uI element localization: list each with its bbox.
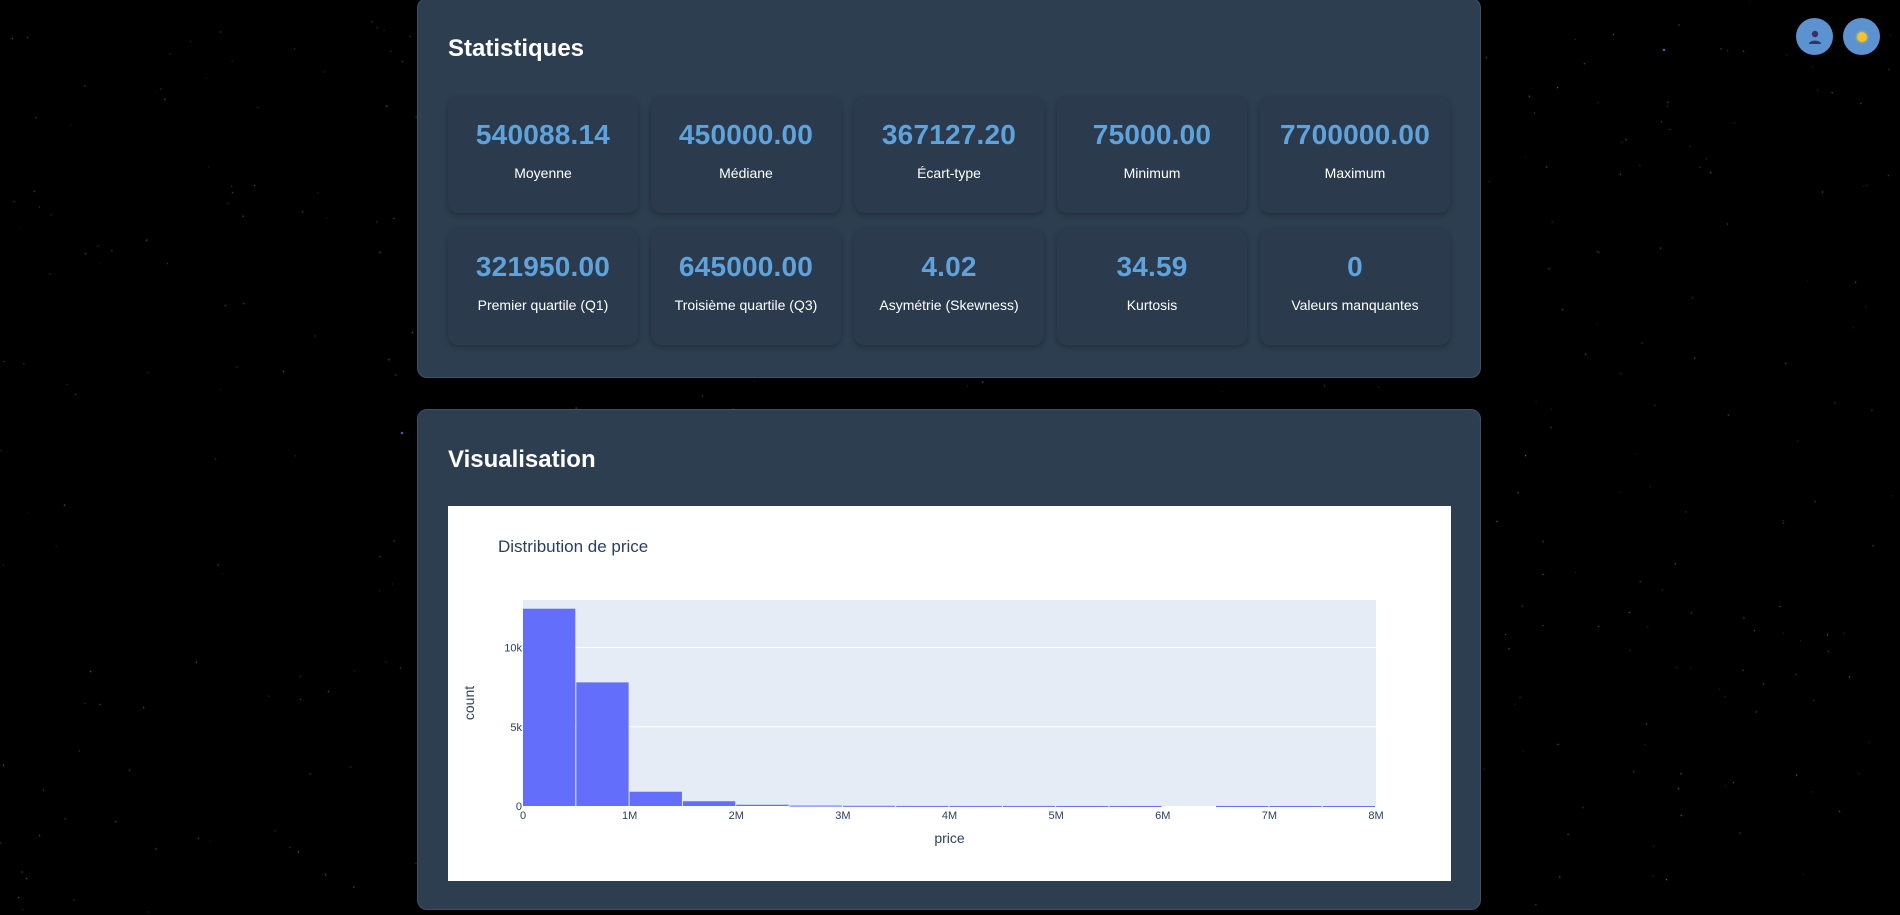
stat-label: Maximum: [1324, 165, 1386, 181]
histogram-bar[interactable]: [523, 608, 576, 806]
x-axis-label: price: [934, 830, 965, 846]
stat-card-max: 7700000.00 Maximum: [1260, 97, 1450, 213]
theme-toggle-button[interactable]: [1843, 18, 1880, 55]
histogram-bar[interactable]: [576, 682, 629, 806]
histogram-bar[interactable]: [789, 805, 842, 807]
histogram-bar[interactable]: [629, 791, 682, 806]
histogram-bar[interactable]: [1002, 805, 1056, 807]
histogram-bar[interactable]: [1109, 805, 1162, 807]
stat-card-skewness: 4.02 Asymétrie (Skewness): [854, 229, 1044, 345]
stat-value: 7700000.00: [1280, 119, 1430, 150]
x-tick-label: 6M: [1155, 810, 1170, 822]
x-tick-label: 1M: [622, 810, 637, 822]
user-icon: [1808, 30, 1821, 44]
stat-label: Troisième quartile (Q3): [674, 297, 818, 313]
x-tick-label: 4M: [942, 810, 957, 822]
stat-card-median: 450000.00 Médiane: [651, 97, 841, 213]
x-axis-ticks: 0 1M 2M 3M 4M 5M 6M 7M 8M: [520, 810, 1384, 822]
plot-area: [523, 600, 1376, 806]
stat-value: 367127.20: [881, 119, 1017, 150]
x-tick-label: 5M: [1048, 810, 1063, 822]
stat-card-mean: 540088.14 Moyenne: [448, 97, 638, 213]
statistics-grid: 540088.14 Moyenne 450000.00 Médiane 3671…: [448, 97, 1451, 345]
histogram-chart[interactable]: Distribution de price 0 1M 2M 3M 4M 5M 6M 7M 8M …: [448, 506, 1451, 881]
stat-label: Minimum: [1123, 165, 1181, 181]
stat-card-missing: 0 Valeurs manquantes: [1260, 229, 1450, 345]
stat-value: 75000.00: [1092, 119, 1212, 150]
x-tick-label: 8M: [1368, 810, 1383, 822]
stat-value: 450000.00: [678, 119, 814, 150]
statistics-panel: Statistiques 540088.14 Moyenne 450000.00…: [417, 0, 1481, 378]
x-tick-label: 3M: [835, 810, 850, 822]
stat-value: 321950.00: [475, 251, 611, 282]
histogram-bar[interactable]: [896, 805, 949, 807]
chart-title: Distribution de price: [498, 537, 648, 556]
x-tick-label: 7M: [1262, 810, 1277, 822]
stat-label: Valeurs manquantes: [1291, 297, 1419, 313]
y-tick-label: 5k: [510, 722, 522, 734]
histogram-bar[interactable]: [1056, 805, 1109, 807]
y-tick-label: 10k: [504, 643, 522, 655]
histogram-bar[interactable]: [736, 804, 789, 806]
histogram-bar[interactable]: [949, 805, 1002, 807]
stat-card-kurtosis: 34.59 Kurtosis: [1057, 229, 1247, 345]
stat-value: 34.59: [1116, 251, 1188, 282]
stat-value: 645000.00: [678, 251, 814, 282]
x-tick-label: 2M: [729, 810, 744, 822]
stat-card-min: 75000.00 Minimum: [1057, 97, 1247, 213]
stat-label: Kurtosis: [1126, 297, 1178, 313]
histogram-bar[interactable]: [842, 805, 896, 807]
stat-label: Médiane: [719, 165, 773, 181]
sun-icon: [1856, 31, 1867, 42]
visualisation-title: Visualisation: [448, 446, 596, 473]
visualisation-panel: Visualisation Distribution de price 0 1M 2…: [417, 409, 1481, 910]
statistics-title: Statistiques: [448, 35, 585, 62]
y-tick-label: 0: [516, 801, 522, 813]
stat-card-q1: 321950.00 Premier quartile (Q1): [448, 229, 638, 345]
y-axis-label: count: [461, 686, 477, 720]
stat-label: Écart-type: [917, 165, 981, 181]
stat-value: 540088.14: [475, 119, 611, 150]
stat-card-std: 367127.20 Écart-type: [854, 97, 1044, 213]
stat-card-q3: 645000.00 Troisième quartile (Q3): [651, 229, 841, 345]
stat-label: Moyenne: [514, 165, 572, 181]
user-profile-button[interactable]: [1796, 18, 1833, 55]
stat-label: Asymétrie (Skewness): [879, 297, 1019, 313]
histogram-bar[interactable]: [682, 801, 736, 806]
stat-value: 0: [1347, 251, 1363, 282]
histogram-bar[interactable]: [1322, 805, 1375, 807]
histogram-bar[interactable]: [1269, 805, 1322, 807]
y-axis-ticks: 0 5k 10k: [504, 643, 522, 813]
histogram-bar[interactable]: [1216, 805, 1269, 807]
histogram-svg[interactable]: Distribution de price 0 1M 2M 3M 4M 5M 6M 7M 8M …: [448, 506, 1451, 881]
stat-value: 4.02: [921, 251, 977, 282]
stat-label: Premier quartile (Q1): [477, 297, 609, 313]
